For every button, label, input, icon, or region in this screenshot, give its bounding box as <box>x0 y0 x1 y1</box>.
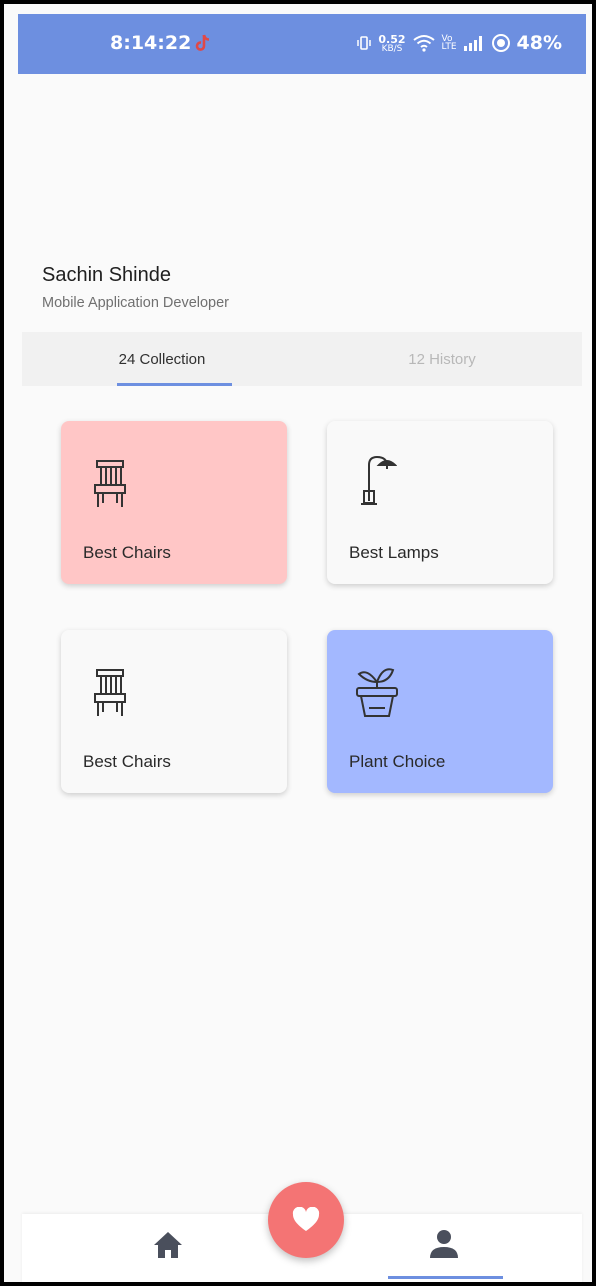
card-label: Best Chairs <box>83 543 171 562</box>
profile-name: Sachin Shinde <box>42 264 171 286</box>
card-label: Plant Choice <box>349 752 446 771</box>
card-label: Best Lamps <box>349 543 439 562</box>
status-bar: 8:14:22 0.52 KB/S Vo LTE 48% <box>18 14 586 74</box>
wifi-icon <box>412 35 435 52</box>
vibrate-icon <box>357 36 372 50</box>
network-speed-value: 0.52 <box>378 32 406 46</box>
status-time: 8:14:22 <box>110 32 192 54</box>
collection-card-best-chairs[interactable]: Best Chairs <box>61 421 287 584</box>
signal-icon <box>463 36 482 51</box>
network-speed-unit: KB/S <box>381 43 403 54</box>
tab-history[interactable]: 12 History <box>302 332 582 386</box>
battery-saver-icon <box>491 34 510 52</box>
tab-collection[interactable]: 24 Collection <box>22 332 302 386</box>
profile-header: Sachin Shinde Mobile Application Develop… <box>22 74 582 332</box>
plant-icon <box>356 668 398 717</box>
volte-bottom: LTE <box>441 42 457 52</box>
collection-card-best-chairs-2[interactable]: Best Chairs <box>61 630 287 793</box>
battery-percent: 48% <box>516 32 562 54</box>
collection-card-best-lamps[interactable]: Best Lamps <box>327 421 553 584</box>
card-label: Best Chairs <box>83 752 171 771</box>
profile-icon[interactable] <box>429 1228 459 1260</box>
network-speed: 0.52 KB/S <box>378 32 406 54</box>
tab-active-indicator <box>117 383 232 386</box>
favorites-fab-button[interactable] <box>268 1182 344 1258</box>
status-icons: 0.52 KB/S Vo LTE 48% <box>356 32 562 54</box>
home-icon[interactable] <box>152 1230 184 1260</box>
tiktok-icon <box>195 34 210 51</box>
nav-active-indicator <box>388 1276 503 1279</box>
lamp-icon <box>361 455 397 505</box>
chair-icon <box>94 669 126 716</box>
collection-card-plant-choice[interactable]: Plant Choice <box>327 630 553 793</box>
tab-bar: 24 Collection 12 History <box>22 332 582 386</box>
profile-screen: Sachin Shinde Mobile Application Develop… <box>22 74 582 1214</box>
chair-icon <box>94 460 126 507</box>
phone-frame: 8:14:22 0.52 KB/S Vo LTE 48% Sachin Shin… <box>0 0 596 1286</box>
volte-indicator: Vo LTE <box>441 35 457 52</box>
heart-icon <box>292 1207 320 1231</box>
profile-role: Mobile Application Developer <box>42 295 229 311</box>
